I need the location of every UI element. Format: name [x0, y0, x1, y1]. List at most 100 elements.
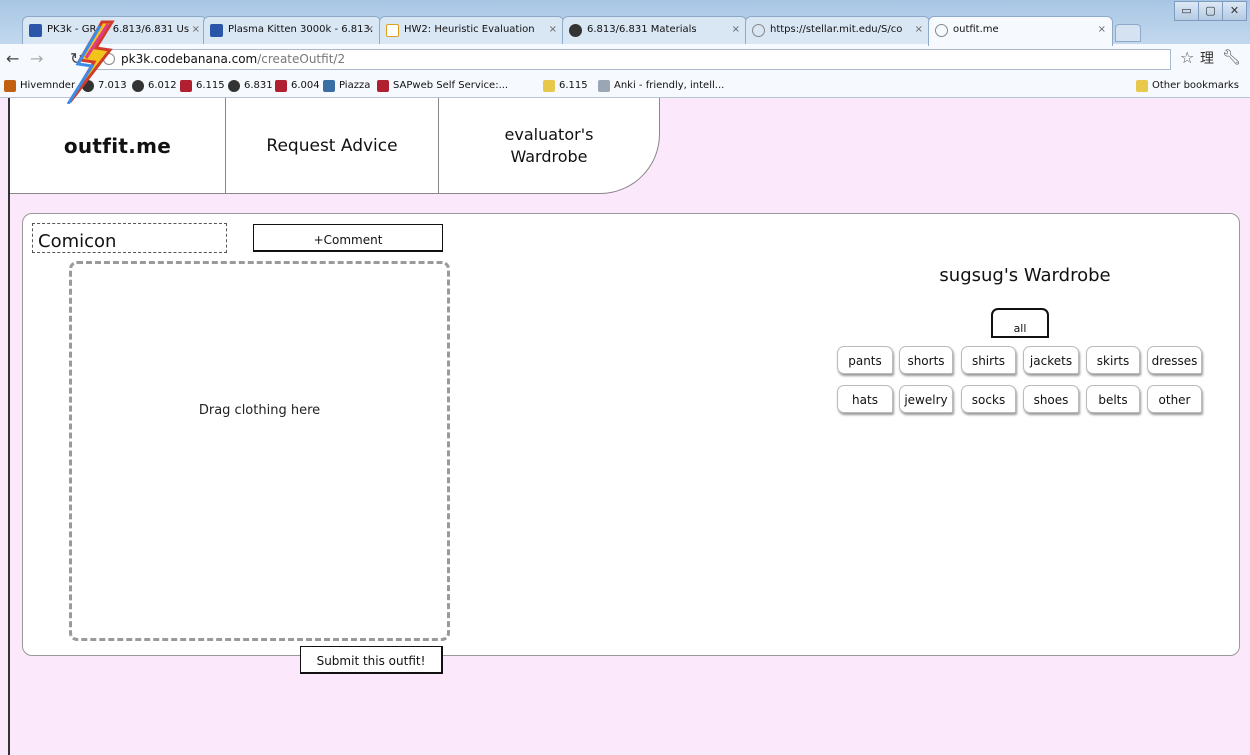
wrench-icon[interactable]: 🔧︎ — [1222, 48, 1241, 66]
bookmark-hivemnder[interactable]: Hivemnder — [4, 79, 75, 93]
bookmark-star-icon[interactable]: ☆ — [1180, 48, 1194, 67]
url-host: pk3k.codebanana.com — [121, 52, 258, 66]
category-shoes[interactable]: shoes — [1023, 385, 1079, 413]
minimize-button[interactable]: ▭ — [1174, 1, 1199, 21]
category-hats[interactable]: hats — [837, 385, 893, 413]
bookmark-6831[interactable]: 6.831 — [228, 79, 273, 93]
bookmark-anki[interactable]: Anki - friendly, intell... — [598, 79, 724, 93]
star-icon — [210, 24, 223, 37]
folder-icon — [1136, 80, 1148, 92]
bookmark-label: 6.831 — [244, 80, 273, 91]
clothing-drop-zone[interactable]: Drag clothing here — [69, 261, 450, 641]
bookmark-label: 6.115 — [196, 80, 225, 91]
close-icon[interactable]: × — [549, 17, 557, 43]
bookmark-folder-6115[interactable]: 6.115 — [543, 79, 588, 93]
tab-label: outfit.me — [953, 24, 999, 35]
tab-outfit-me[interactable]: outfit.me × — [928, 16, 1113, 46]
url-path: /createOutfit/2 — [257, 52, 346, 66]
doc-icon — [386, 24, 399, 37]
close-icon[interactable]: × — [1098, 17, 1106, 43]
back-icon[interactable]: ← — [6, 50, 19, 68]
tab-label: https://stellar.mit.edu/S/co — [770, 24, 903, 35]
star-icon — [29, 24, 42, 37]
stellar-icon — [569, 24, 582, 37]
close-icon[interactable]: × — [192, 17, 200, 43]
browser-toolbar: ← → ↻ pk3k.codebanana.com/createOutfit/2 — [0, 44, 1250, 74]
forward-icon[interactable]: → — [30, 50, 43, 68]
bookmark-label: 6.004 — [291, 80, 320, 91]
browser-chrome: PK3k - GR4 - 6.813/6.831 Us × Plasma Kit… — [0, 0, 1250, 98]
submit-outfit-button[interactable]: Submit this outfit! — [300, 646, 443, 674]
category-shorts[interactable]: shorts — [899, 346, 953, 374]
bookmarks-bar: Hivemnder 7.013 6.012 6.115 6.831 6.004 … — [0, 74, 1250, 98]
bookmark-label: 6.012 — [148, 80, 177, 91]
maximize-button[interactable]: ▢ — [1198, 1, 1223, 21]
outfit-name-field[interactable]: Comicon — [32, 223, 227, 253]
category-dresses[interactable]: dresses — [1147, 346, 1202, 374]
page-left-border — [8, 98, 10, 755]
wardrobe-link-line1: evaluator's — [504, 125, 594, 144]
tab-label: HW2: Heuristic Evaluation — [404, 24, 535, 35]
bookmark-label: Anki - friendly, intell... — [614, 80, 725, 91]
hivemnder-icon — [4, 80, 16, 92]
tab-materials[interactable]: 6.813/6.831 Materials × — [562, 16, 747, 44]
bookmark-label: Piazza — [339, 80, 371, 91]
tab-hw2[interactable]: HW2: Heuristic Evaluation × — [379, 16, 564, 44]
bookmark-6004[interactable]: 6.004 — [275, 79, 320, 93]
category-other[interactable]: other — [1147, 385, 1202, 413]
tab-stellar[interactable]: https://stellar.mit.edu/S/co × — [745, 16, 930, 44]
tab-pk3k-gr4[interactable]: PK3k - GR4 - 6.813/6.831 Us × — [22, 16, 207, 44]
folder-icon — [543, 80, 555, 92]
category-skirts[interactable]: skirts — [1086, 346, 1140, 374]
top-nav: outfit.me Request Advice evaluator's War… — [10, 98, 660, 194]
category-jackets[interactable]: jackets — [1023, 346, 1079, 374]
piazza-icon — [323, 80, 335, 92]
address-bar[interactable]: pk3k.codebanana.com/createOutfit/2 — [96, 49, 1171, 70]
bookmark-7013[interactable]: 7.013 — [82, 79, 127, 93]
drop-zone-hint: Drag clothing here — [198, 403, 321, 418]
close-icon[interactable]: × — [915, 17, 923, 43]
close-icon[interactable]: × — [366, 17, 374, 43]
globe-icon — [103, 53, 115, 65]
close-icon[interactable]: × — [732, 17, 740, 43]
bookmark-label: Hivemnder — [20, 80, 76, 91]
tab-plasma-kitten[interactable]: Plasma Kitten 3000k - 6.813. × — [203, 16, 381, 44]
bookmark-label: Other bookmarks — [1152, 80, 1239, 91]
bookmark-other[interactable]: Other bookmarks — [1136, 79, 1239, 93]
new-tab-button[interactable] — [1115, 24, 1141, 42]
extension-kanji-icon[interactable]: 理 — [1200, 48, 1214, 68]
stellar-icon — [132, 80, 144, 92]
category-pants[interactable]: pants — [837, 346, 893, 374]
tab-label: PK3k - GR4 - 6.813/6.831 Us — [47, 24, 190, 35]
category-jewelry[interactable]: jewelry — [899, 385, 953, 413]
category-belts[interactable]: belts — [1086, 385, 1140, 413]
category-all-tab[interactable]: all — [991, 308, 1049, 338]
wardrobe-link-line2: Wardrobe — [510, 147, 588, 166]
tab-strip: PK3k - GR4 - 6.813/6.831 Us × Plasma Kit… — [0, 0, 1250, 46]
bookmark-label: 6.115 — [559, 80, 588, 91]
mit-icon — [180, 80, 192, 92]
bookmark-6115[interactable]: 6.115 — [180, 79, 225, 93]
globe-icon — [752, 24, 765, 37]
request-advice-link[interactable]: Request Advice — [226, 98, 438, 194]
bookmark-6012[interactable]: 6.012 — [132, 79, 177, 93]
category-shirts[interactable]: shirts — [961, 346, 1016, 374]
bookmark-sapweb[interactable]: SAPweb Self Service:... — [377, 79, 508, 93]
close-window-button[interactable]: ✕ — [1222, 1, 1247, 21]
anki-icon — [598, 80, 610, 92]
evaluators-wardrobe-link[interactable]: evaluator's Wardrobe — [439, 98, 659, 194]
add-comment-button[interactable]: +Comment — [253, 224, 443, 252]
brand-logo[interactable]: outfit.me — [10, 98, 225, 194]
mit-icon — [275, 80, 287, 92]
tab-label: 6.813/6.831 Materials — [587, 24, 697, 35]
bookmark-piazza[interactable]: Piazza — [323, 79, 370, 93]
bookmark-label: SAPweb Self Service:... — [393, 80, 509, 91]
category-socks[interactable]: socks — [961, 385, 1016, 413]
stellar-icon — [228, 80, 240, 92]
wardrobe-title: sugsug's Wardrobe — [939, 265, 1111, 286]
mit-icon — [377, 80, 389, 92]
stellar-icon — [82, 80, 94, 92]
reload-icon[interactable]: ↻ — [70, 50, 83, 68]
tab-label: Plasma Kitten 3000k - 6.813. — [228, 24, 374, 35]
globe-icon — [935, 24, 948, 37]
